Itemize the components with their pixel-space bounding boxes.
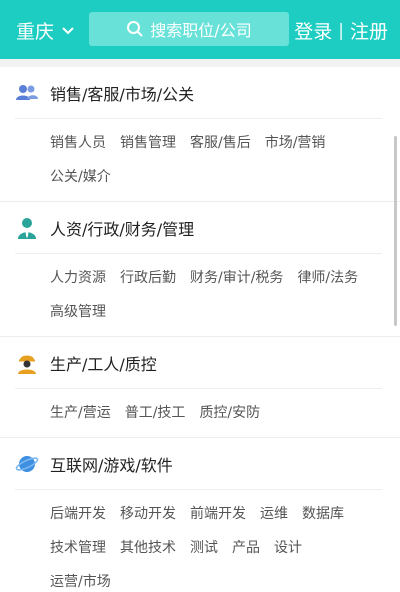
category-items: 销售人员 销售管理 客服/售后 市场/营销 公关/媒介	[0, 119, 400, 201]
worker-icon	[15, 351, 39, 375]
job-link[interactable]: 运营/市场	[50, 565, 111, 592]
job-link[interactable]: 公关/媒介	[50, 160, 111, 194]
job-link[interactable]: 移动开发	[120, 497, 176, 531]
job-link[interactable]: 律师/法务	[297, 261, 358, 295]
category-header[interactable]: 互联网/游戏/软件	[15, 438, 382, 490]
top-header: 重庆 搜索职位/公司 登录 | 注册	[0, 0, 400, 59]
login-link[interactable]: 登录	[294, 17, 332, 44]
category-items: 人力资源 行政后勤 财务/审计/税务 律师/法务 高级管理	[0, 254, 400, 336]
category-header[interactable]: 人资/行政/财务/管理	[15, 202, 382, 254]
job-link[interactable]: 普工/技工	[125, 396, 186, 430]
job-link[interactable]: 前端开发	[190, 497, 246, 531]
chevron-down-icon	[62, 26, 74, 34]
category-section-production: 生产/工人/质控 生产/营运 普工/技工 质控/安防	[0, 337, 400, 438]
category-list: 销售/客服/市场/公关 销售人员 销售管理 客服/售后 市场/营销 公关/媒介 …	[0, 59, 400, 592]
city-selector[interactable]: 重庆	[16, 17, 75, 44]
job-link[interactable]: 设计	[274, 531, 302, 565]
scrollbar[interactable]	[394, 136, 397, 326]
job-link[interactable]: 技术管理	[50, 531, 106, 565]
job-link[interactable]: 财务/审计/税务	[190, 261, 283, 295]
register-link[interactable]: 注册	[350, 17, 388, 44]
category-items: 后端开发 移动开发 前端开发 运维 数据库 技术管理 其他技术 测试 产品 设计…	[0, 490, 400, 592]
category-section-sales: 销售/客服/市场/公关 销售人员 销售管理 客服/售后 市场/营销 公关/媒介	[0, 67, 400, 202]
planet-icon	[15, 452, 39, 476]
job-link[interactable]: 后端开发	[50, 497, 106, 531]
job-link[interactable]: 客服/售后	[190, 126, 251, 160]
search-box[interactable]: 搜索职位/公司	[89, 12, 289, 46]
job-link[interactable]: 测试	[190, 531, 218, 565]
category-title: 生产/工人/质控	[50, 354, 157, 374]
category-header[interactable]: 生产/工人/质控	[15, 337, 382, 389]
category-title: 销售/客服/市场/公关	[50, 84, 195, 104]
job-link[interactable]: 其他技术	[120, 531, 176, 565]
search-icon	[127, 21, 144, 37]
job-link[interactable]: 人力资源	[50, 261, 106, 295]
auth-separator: |	[338, 20, 344, 41]
job-link[interactable]: 高级管理	[50, 295, 106, 329]
category-header[interactable]: 销售/客服/市场/公关	[15, 67, 382, 119]
auth-links: 登录 | 注册	[294, 17, 388, 44]
job-link[interactable]: 行政后勤	[120, 261, 176, 295]
job-link[interactable]: 质控/安防	[199, 396, 260, 430]
job-link[interactable]: 运维	[260, 497, 288, 531]
person-tie-icon	[15, 216, 39, 240]
job-link[interactable]: 销售人员	[50, 126, 106, 160]
job-link[interactable]: 产品	[232, 531, 260, 565]
category-section-hr: 人资/行政/财务/管理 人力资源 行政后勤 财务/审计/税务 律师/法务 高级管…	[0, 202, 400, 337]
search-placeholder: 搜索职位/公司	[150, 21, 252, 40]
people-icon	[15, 81, 39, 105]
category-title: 人资/行政/财务/管理	[50, 219, 195, 239]
job-link[interactable]: 销售管理	[120, 126, 176, 160]
category-section-internet: 互联网/游戏/软件 后端开发 移动开发 前端开发 运维 数据库 技术管理 其他技…	[0, 438, 400, 592]
category-title: 互联网/游戏/软件	[50, 455, 173, 475]
job-link[interactable]: 数据库	[302, 497, 344, 531]
job-link[interactable]: 生产/营运	[50, 396, 111, 430]
job-link[interactable]: 市场/营销	[265, 126, 326, 160]
city-label: 重庆	[16, 21, 55, 43]
category-items: 生产/营运 普工/技工 质控/安防	[0, 389, 400, 437]
